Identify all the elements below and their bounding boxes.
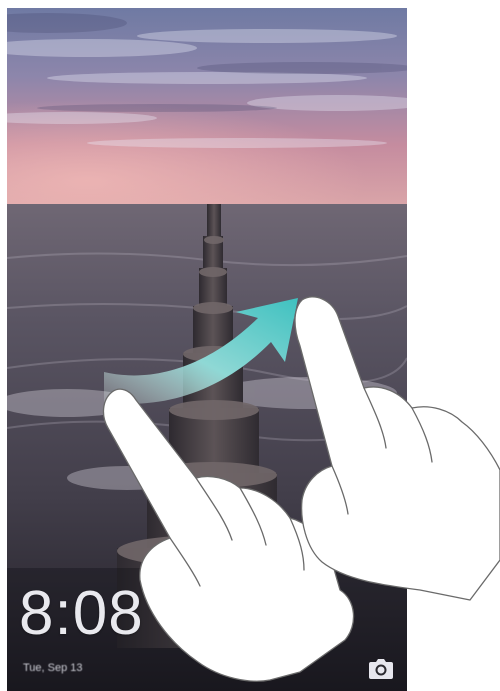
tutorial-illustration: 8:08 Tue, Sep 13 [0,0,500,691]
camera-icon [369,659,393,679]
lock-screen[interactable]: 8:08 Tue, Sep 13 [7,8,407,691]
lock-screen-date: Tue, Sep 13 [23,662,83,674]
camera-shortcut-button[interactable] [367,657,395,681]
lock-screen-clock: 8:08 [19,579,144,648]
